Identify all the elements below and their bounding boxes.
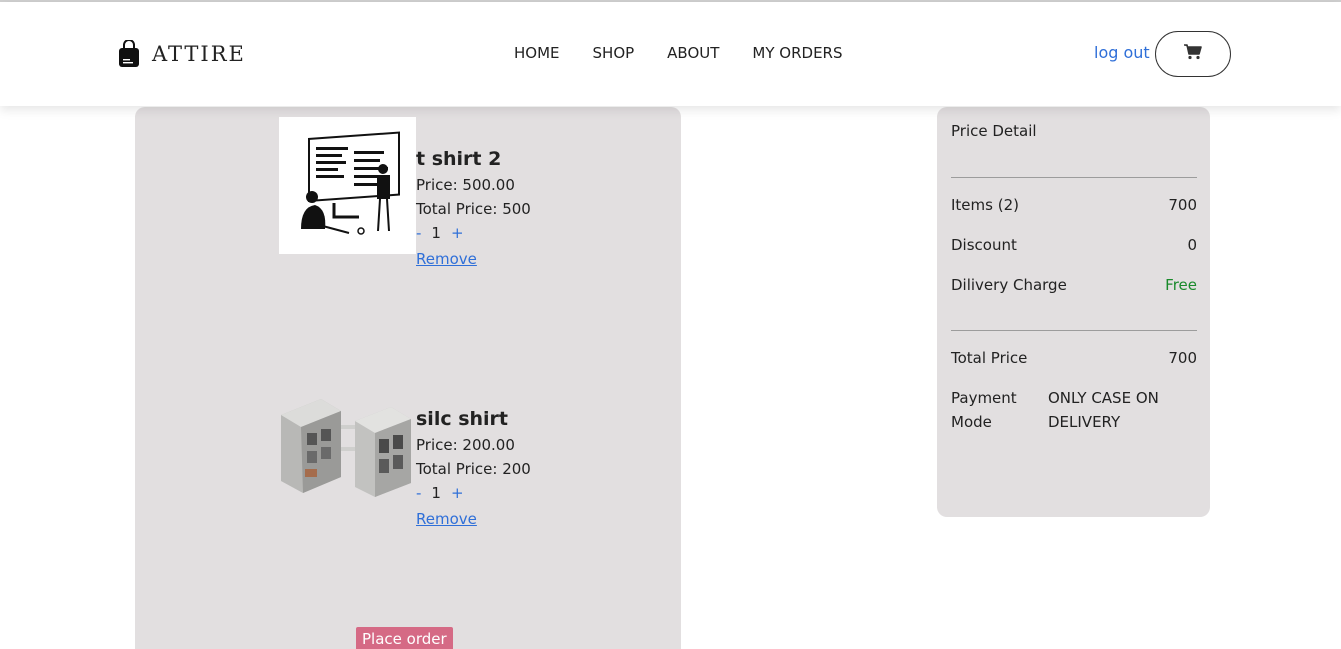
payment-mode-label: Payment Mode <box>951 389 1017 431</box>
cart-item: t shirt 2 Price: 500.00 Total Price: 500… <box>279 117 579 268</box>
nav-about[interactable]: ABOUT <box>667 44 719 62</box>
logout-link[interactable]: log out <box>1094 43 1150 62</box>
product-image <box>279 117 416 254</box>
qty-value: 1 <box>431 224 441 242</box>
divider <box>951 177 1197 178</box>
remove-link[interactable]: Remove <box>416 505 477 533</box>
cart-button[interactable] <box>1155 31 1231 77</box>
main-nav: HOME SHOP ABOUT MY ORDERS <box>514 44 843 62</box>
items-value: 700 <box>1168 196 1197 214</box>
payment-mode-value: ONLY CASE ON DELIVERY <box>1048 389 1159 431</box>
delivery-label: Dilivery Charge <box>951 276 1067 294</box>
quantity-stepper: - 1 + <box>416 221 531 245</box>
price-detail-panel: Price Detail Items (2) 700 Discount 0 Di… <box>937 107 1210 517</box>
divider <box>951 330 1197 331</box>
items-label: Items (2) <box>951 196 1019 214</box>
delivery-row: Dilivery Charge Free <box>951 276 1197 294</box>
decrease-qty-button[interactable]: - <box>416 481 421 505</box>
item-name: silc shirt <box>416 408 509 430</box>
cart-panel: t shirt 2 Price: 500.00 Total Price: 500… <box>135 107 681 649</box>
nav-shop[interactable]: SHOP <box>593 44 635 62</box>
delivery-value: Free <box>1165 276 1197 294</box>
decrease-qty-button[interactable]: - <box>416 221 421 245</box>
item-name: t shirt 2 <box>416 148 502 170</box>
shopping-bag-icon <box>118 39 140 68</box>
remove-link[interactable]: Remove <box>416 245 477 273</box>
item-price: Price: 500.00 <box>416 176 515 194</box>
brand-name: ATTIRE <box>152 42 246 66</box>
increase-qty-button[interactable]: + <box>451 481 464 505</box>
items-row: Items (2) 700 <box>951 196 1197 214</box>
total-value: 700 <box>1168 349 1197 367</box>
total-row: Total Price 700 <box>951 349 1197 367</box>
cart-item: silc shirt Price: 200.00 Total Price: 20… <box>279 377 579 528</box>
nav-home[interactable]: HOME <box>514 44 560 62</box>
item-details: t shirt 2 Price: 500.00 Total Price: 500… <box>416 145 531 273</box>
item-total-price: Total Price: 200 <box>416 460 531 478</box>
brand-logo[interactable]: ATTIRE <box>118 39 246 68</box>
price-detail-title: Price Detail <box>951 122 1037 140</box>
quantity-stepper: - 1 + <box>416 481 531 505</box>
place-order-button[interactable]: Place order <box>356 627 453 649</box>
qty-value: 1 <box>431 484 441 502</box>
increase-qty-button[interactable]: + <box>451 221 464 245</box>
discount-row: Discount 0 <box>951 236 1197 254</box>
navbar: ATTIRE HOME SHOP ABOUT MY ORDERS log out <box>0 2 1341 106</box>
total-label: Total Price <box>951 349 1028 367</box>
discount-value: 0 <box>1187 236 1197 254</box>
cart-icon <box>1184 44 1202 64</box>
item-price: Price: 200.00 <box>416 436 515 454</box>
nav-my-orders[interactable]: MY ORDERS <box>752 44 842 62</box>
item-total-price: Total Price: 500 <box>416 200 531 218</box>
product-image <box>279 377 416 514</box>
item-details: silc shirt Price: 200.00 Total Price: 20… <box>416 405 531 533</box>
discount-label: Discount <box>951 236 1017 254</box>
